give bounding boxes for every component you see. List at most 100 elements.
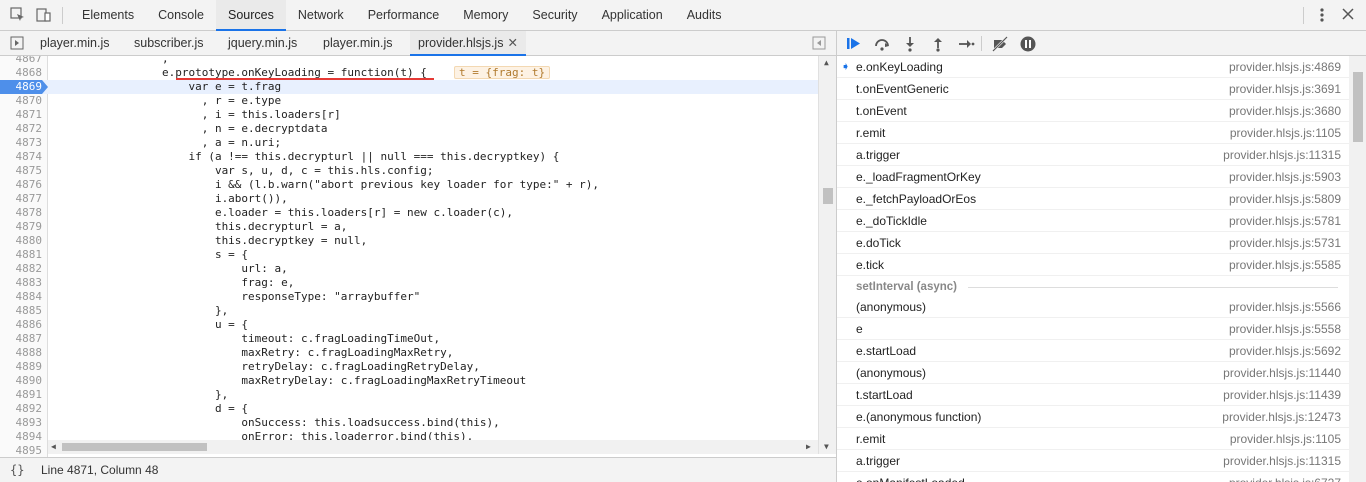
frame-location-link[interactable]: provider.hlsjs.js:5731 [1229,232,1341,254]
code-line[interactable]: 4893 onSuccess: this.loadsuccess.bind(th… [0,416,818,430]
toggle-navigator-icon[interactable] [10,36,24,53]
scrollbar-thumb[interactable] [1353,72,1363,142]
call-frame[interactable]: ➧ e.onKeyLoading provider.hlsjs.js:4869 [837,56,1349,78]
editor-vertical-scrollbar[interactable]: ▲ ▼ [818,56,836,454]
file-tab-provider-hlsjs-js[interactable]: provider.hlsjs.js ✕ [410,31,526,56]
file-tab-player-min-js-2[interactable]: player.min.js [323,31,392,56]
scroll-down-arrow[interactable]: ▼ [824,442,829,451]
code-line[interactable]: 4881 s = { [0,248,818,262]
toggle-debugger-icon[interactable] [812,36,826,53]
frame-location-link[interactable]: provider.hlsjs.js:11440 [1223,362,1341,384]
frame-location-link[interactable]: provider.hlsjs.js:1105 [1230,122,1341,144]
code-line[interactable]: 4876 i && (l.b.warn("abort previous key … [0,178,818,192]
frame-location-link[interactable]: provider.hlsjs.js:5781 [1229,210,1341,232]
code-line[interactable]: 4868 e.prototype.onKeyLoading = function… [0,66,818,80]
line-number[interactable]: 4881 [0,248,43,262]
pretty-print-button[interactable]: {} [10,458,24,482]
tab-audits[interactable]: Audits [675,0,734,31]
call-frame[interactable]: t.startLoad provider.hlsjs.js:11439 [837,384,1349,406]
line-number[interactable]: 4895 [0,444,43,458]
code-line[interactable]: 4880 this.decryptkey = null, [0,234,818,248]
tab-console[interactable]: Console [146,0,216,31]
line-number[interactable]: 4879 [0,220,43,234]
line-number[interactable]: 4868 [0,66,43,80]
call-frame[interactable]: e.(anonymous function) provider.hlsjs.js:… [837,406,1349,428]
frame-location-link[interactable]: provider.hlsjs.js:4869 [1229,56,1341,78]
file-tab-jquery-min-js[interactable]: jquery.min.js [228,31,297,56]
line-number[interactable]: 4893 [0,416,43,430]
close-icon[interactable] [1342,8,1354,23]
line-number[interactable]: 4884 [0,290,43,304]
call-frame[interactable]: e._fetchPayloadOrEos provider.hlsjs.js:58… [837,188,1349,210]
code-line[interactable]: 4891 }, [0,388,818,402]
code-line[interactable]: 4883 frag: e, [0,276,818,290]
code-line[interactable]: 4869 var e = t.frag [0,80,818,94]
step-icon[interactable] [957,35,975,53]
call-frame[interactable]: e.doTick provider.hlsjs.js:5731 [837,232,1349,254]
tab-network[interactable]: Network [286,0,356,31]
line-number[interactable]: 4873 [0,136,43,150]
code-line[interactable]: 4878 e.loader = this.loaders[r] = new c.… [0,206,818,220]
call-frame[interactable]: a.trigger provider.hlsjs.js:11315 [837,144,1349,166]
line-number[interactable]: 4888 [0,346,43,360]
scroll-left-arrow[interactable]: ◀ [51,442,56,451]
tab-application[interactable]: Application [590,0,675,31]
line-number[interactable]: 4882 [0,262,43,276]
call-frame[interactable]: e.onManifestLoaded provider.hlsjs.js:6727 [837,472,1349,482]
code-line[interactable]: 4867 , [0,56,818,66]
resume-icon[interactable] [845,35,863,53]
code-line[interactable]: 4885 }, [0,304,818,318]
frame-location-link[interactable]: provider.hlsjs.js:11439 [1223,384,1341,406]
line-number[interactable]: 4880 [0,234,43,248]
frame-location-link[interactable]: provider.hlsjs.js:5903 [1229,166,1341,188]
inspect-element-icon[interactable] [10,7,26,23]
code-line[interactable]: 4889 retryDelay: c.fragLoadingRetryDelay… [0,360,818,374]
frame-location-link[interactable]: provider.hlsjs.js:12473 [1222,406,1341,428]
frame-location-link[interactable]: provider.hlsjs.js:11315 [1223,144,1341,166]
line-number[interactable]: 4871 [0,108,43,122]
frame-location-link[interactable]: provider.hlsjs.js:5585 [1229,254,1341,276]
line-number[interactable]: 4886 [0,318,43,332]
code-line[interactable]: 4873 , a = n.uri; [0,136,818,150]
frame-location-link[interactable]: provider.hlsjs.js:1105 [1230,428,1341,450]
device-toolbar-icon[interactable] [36,7,52,23]
step-into-icon[interactable] [901,35,919,53]
code-editor[interactable]: 4867 , 4868 e.prototype.onKeyLoading = fu… [0,56,836,468]
step-out-icon[interactable] [929,35,947,53]
line-number[interactable]: 4877 [0,192,43,206]
more-options-icon[interactable] [1316,6,1328,27]
line-number[interactable]: 4891 [0,388,43,402]
line-number[interactable]: 4889 [0,360,43,374]
line-number[interactable]: 4894 [0,430,43,444]
call-frame[interactable]: a.trigger provider.hlsjs.js:11315 [837,450,1349,472]
pause-on-exceptions-icon[interactable] [1019,35,1037,53]
call-frame[interactable]: e._loadFragmentOrKey provider.hlsjs.js:59… [837,166,1349,188]
frame-location-link[interactable]: provider.hlsjs.js:5558 [1229,318,1341,340]
code-line[interactable]: 4871 , i = this.loaders[r] [0,108,818,122]
file-tab-subscriber-js[interactable]: subscriber.js [134,31,203,56]
code-line[interactable]: 4872 , n = e.decryptdata [0,122,818,136]
code-line[interactable]: 4890 maxRetryDelay: c.fragLoadingMaxRetr… [0,374,818,388]
line-number[interactable]: 4892 [0,402,43,416]
code-line[interactable]: 4886 u = { [0,318,818,332]
line-number[interactable]: 4872 [0,122,43,136]
call-frame[interactable]: r.emit provider.hlsjs.js:1105 [837,428,1349,450]
code-line[interactable]: 4877 i.abort()), [0,192,818,206]
tab-security[interactable]: Security [520,0,589,31]
line-number[interactable]: 4883 [0,276,43,290]
frame-location-link[interactable]: provider.hlsjs.js:3691 [1229,78,1341,100]
tab-memory[interactable]: Memory [451,0,520,31]
frame-location-link[interactable]: provider.hlsjs.js:11315 [1223,450,1341,472]
line-number[interactable]: 4890 [0,374,43,388]
scroll-up-arrow[interactable]: ▲ [824,58,829,67]
frame-location-link[interactable]: provider.hlsjs.js:6727 [1229,472,1341,482]
line-number[interactable]: 4867 [0,56,43,66]
code-line[interactable]: 4888 maxRetry: c.fragLoadingMaxRetry, [0,346,818,360]
line-number[interactable]: 4878 [0,206,43,220]
line-number[interactable]: 4876 [0,178,43,192]
call-frame[interactable]: (anonymous) provider.hlsjs.js:5566 [837,296,1349,318]
line-number[interactable]: 4870 [0,94,43,108]
tab-sources[interactable]: Sources [215,0,286,31]
scrollbar-thumb[interactable] [823,188,833,204]
frame-location-link[interactable]: provider.hlsjs.js:5566 [1229,296,1341,318]
